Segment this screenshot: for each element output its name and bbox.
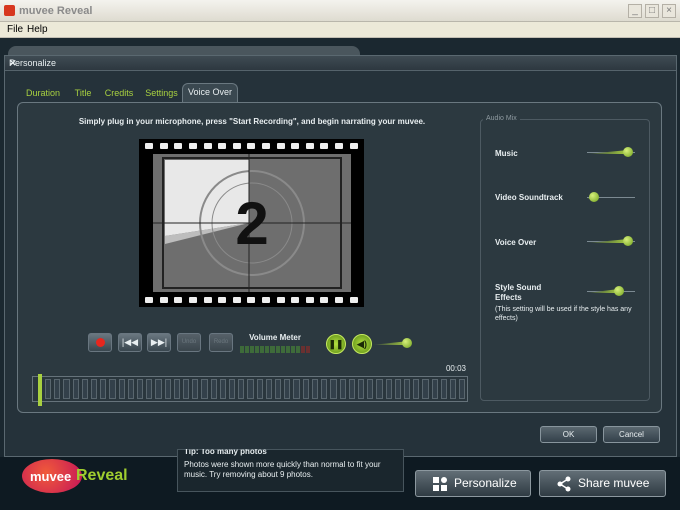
video-preview: 2 [139, 139, 364, 307]
music-slider[interactable] [587, 147, 635, 157]
share-label: Share muvee [578, 476, 650, 490]
countdown-number: 2 [235, 190, 268, 257]
skip-forward-icon: ▶▶| [150, 337, 168, 347]
audio-mix-group [480, 119, 650, 401]
volume-meter-label: Volume Meter [249, 333, 301, 342]
record-icon [95, 338, 105, 347]
tip-title: Tip: Too many photos [184, 449, 267, 456]
tab-title[interactable]: Title [70, 85, 96, 102]
pause-button[interactable]: ❚❚ [326, 334, 346, 354]
skip-back-button[interactable]: |◀◀ [118, 333, 142, 352]
video-soundtrack-slider[interactable] [587, 192, 635, 202]
style-sound-effects-label: Style Sound Effects [495, 283, 542, 302]
playback-volume-slider[interactable] [372, 338, 412, 348]
speaker-icon: ◀) [357, 339, 367, 349]
redo-button[interactable]: Redo [209, 333, 233, 352]
voice-over-slider-knob[interactable] [623, 236, 634, 246]
voice-over-label: Voice Over [495, 238, 537, 247]
instruction-text: Simply plug in your microphone, press "S… [78, 117, 426, 126]
voice-over-slider[interactable] [587, 236, 635, 246]
style-sound-effects-slider-knob[interactable] [613, 286, 624, 296]
window-titlebar: muvee Reveal _ □ × [0, 0, 680, 22]
maximize-button[interactable]: □ [645, 4, 659, 18]
logo-reveal-text: Reveal [76, 467, 128, 484]
dialog-close-icon[interactable]: ✕ [9, 58, 672, 69]
countdown-frame: 2 [153, 154, 351, 292]
pause-icon: ❚❚ [328, 339, 344, 349]
music-slider-knob[interactable] [623, 147, 634, 157]
tab-credits[interactable]: Credits [103, 85, 135, 102]
style-effects-note: (This setting will be used if the style … [495, 306, 632, 322]
timeline-playhead[interactable] [38, 374, 42, 406]
ok-button[interactable]: OK [540, 426, 597, 443]
skip-forward-button[interactable]: ▶▶| [147, 333, 171, 352]
film-sprockets-bottom [139, 295, 364, 305]
speaker-button[interactable]: ◀) [352, 334, 372, 354]
tab-voice-over[interactable]: Voice Over [182, 83, 238, 103]
personalize-button[interactable]: Personalize [415, 470, 531, 497]
cancel-button[interactable]: Cancel [603, 426, 660, 443]
style-sound-effects-slider[interactable] [587, 286, 635, 296]
countdown-graphic: 2 [153, 154, 351, 292]
menu-help[interactable]: Help [27, 24, 48, 35]
tab-settings[interactable]: Settings [143, 85, 180, 102]
time-readout: 00:03 [445, 364, 466, 373]
minimize-button[interactable]: _ [628, 4, 642, 18]
timeline[interactable] [32, 374, 468, 406]
volume-meter [240, 346, 311, 353]
video-soundtrack-slider-knob[interactable] [588, 192, 599, 202]
app-icon [4, 5, 15, 16]
tab-duration[interactable]: Duration [24, 85, 62, 102]
record-button[interactable] [88, 333, 112, 352]
share-icon [557, 476, 571, 492]
share-muvee-button[interactable]: Share muvee [539, 470, 666, 497]
menu-file[interactable]: File [7, 24, 23, 35]
tip-body: Photos were shown more quickly than norm… [184, 460, 381, 479]
personalize-label: Personalize [454, 476, 517, 490]
film-sprockets-top [139, 141, 364, 151]
audio-mix-label: Audio Mix [483, 115, 520, 122]
skip-back-icon: |◀◀ [121, 337, 139, 347]
personalize-icon [433, 477, 447, 491]
window-title: muvee Reveal [19, 5, 93, 17]
menu-bar: File Help [0, 22, 680, 38]
dialog-titlebar: Personalize ✕ [5, 56, 676, 71]
logo-muvee-text: muvee [30, 469, 72, 484]
video-soundtrack-label: Video Soundtrack [495, 193, 563, 202]
music-label: Music [495, 149, 518, 158]
close-window-button[interactable]: × [662, 4, 676, 18]
undo-button[interactable]: Undo [177, 333, 201, 352]
playback-volume-knob[interactable] [402, 338, 412, 348]
